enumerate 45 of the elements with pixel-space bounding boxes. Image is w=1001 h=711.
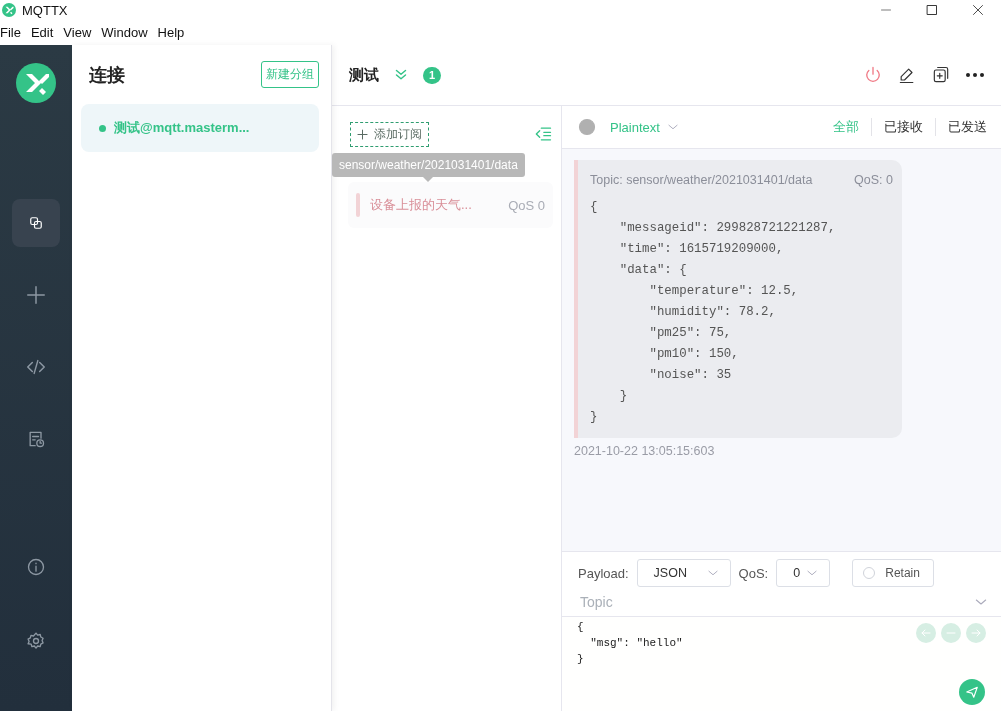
menu-item[interactable]: Window — [101, 25, 154, 40]
connections-title: 连接 — [89, 63, 125, 87]
menu-item[interactable]: File — [0, 25, 27, 40]
payload-select[interactable]: JSON — [636, 559, 731, 587]
add-window-icon — [931, 65, 951, 85]
message-payload: { "messageid": 299828721221287, "time": 1615719209000, "data": { "temperature": 12.5, "humidity": 78.2, "pm25": 75, "pm10": 150, "noise": 35 } } — [590, 199, 837, 426]
arrow-right-icon — [970, 627, 982, 639]
settings-icon — [26, 631, 46, 651]
filter-tab[interactable]: 已发送 — [935, 118, 987, 136]
nav-button[interactable] — [12, 199, 60, 247]
plus-icon — [25, 284, 47, 306]
subscription-qos: QoS 0 — [508, 197, 545, 213]
info-icon — [26, 557, 46, 577]
retain-checkbox[interactable]: Retain — [852, 559, 935, 587]
window-title: MQTTX — [22, 2, 68, 18]
send-button[interactable] — [959, 679, 985, 705]
maximize-icon — [926, 4, 938, 16]
tooltip-arrow-icon — [423, 177, 434, 182]
topic-field[interactable]: Topic — [578, 592, 973, 611]
new-window-button[interactable] — [931, 65, 951, 85]
mqttx-logo-icon — [16, 63, 56, 103]
plus-icon — [357, 128, 368, 140]
message-time: 2021-10-22 13:05:15:603 — [574, 444, 716, 458]
payload-label: Payload: — [578, 565, 629, 581]
power-icon — [863, 65, 883, 85]
connection-title: 测试 — [349, 65, 379, 85]
subscription-alias: 设备上报的天气... — [370, 196, 472, 214]
add-subscription-button[interactable]: 添加订阅 — [350, 121, 429, 147]
more-icon — [966, 73, 984, 77]
message-qos: QoS: 0 — [854, 173, 893, 187]
connection-name: 测试@mqtt.masterm... — [114, 119, 250, 137]
unread-badge: 1 — [423, 66, 441, 84]
qos-select[interactable]: 0 — [776, 559, 831, 587]
qos-label: QoS: — [738, 565, 769, 581]
send-icon — [965, 685, 979, 699]
close-icon — [972, 4, 984, 16]
menu-item[interactable]: View — [63, 25, 98, 40]
menu-item[interactable]: Edit — [30, 25, 60, 40]
message-topic: Topic: sensor/weather/2021031401/data — [590, 173, 813, 187]
filter-tab[interactable]: 已接收 — [871, 118, 935, 136]
disconnect-button[interactable] — [863, 65, 883, 85]
topic-tooltip: sensor/weather/2021031401/data — [332, 153, 525, 177]
arrow-left-icon — [920, 627, 932, 639]
menu-item[interactable]: Help — [157, 25, 191, 40]
connections-icon — [27, 214, 45, 232]
